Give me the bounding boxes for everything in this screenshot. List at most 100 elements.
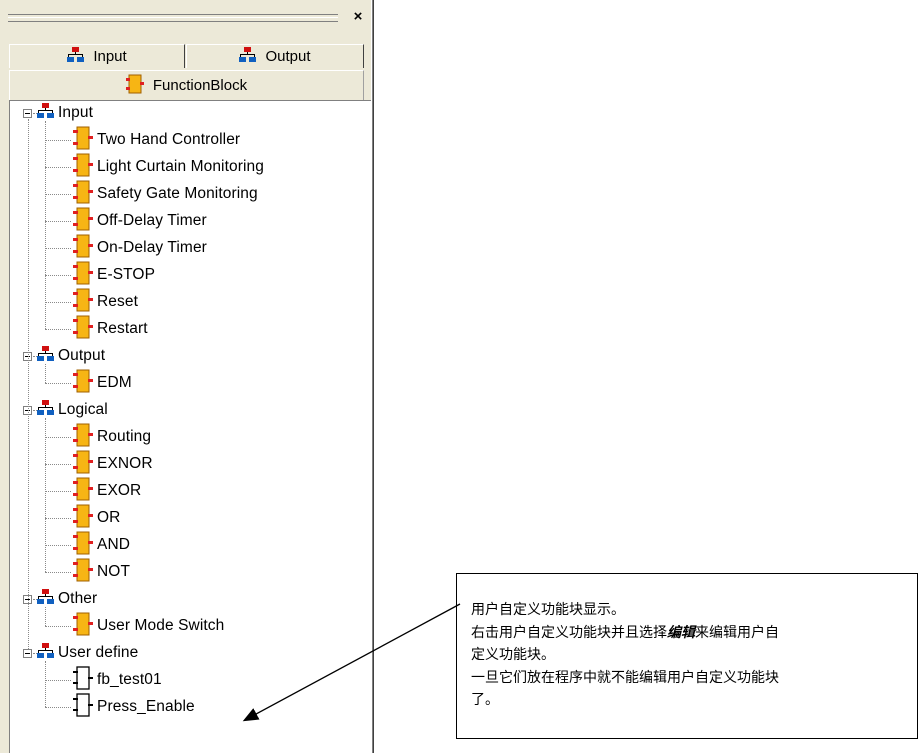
callout-line: 右击用户自定义功能块并且选择编辑来编辑用户自: [471, 622, 907, 645]
panel-splitter[interactable]: [371, 0, 374, 753]
close-button[interactable]: ×: [349, 9, 367, 25]
function-block-icon: [73, 207, 93, 236]
function-block-panel: × Input Output FunctionBlock Input Two H…: [0, 0, 372, 753]
function-block-icon: [73, 504, 93, 533]
tree-item[interactable]: AND: [73, 531, 131, 560]
tree-item[interactable]: Safety Gate Monitoring: [73, 180, 258, 209]
function-block-icon: [73, 369, 93, 398]
tree-connector: [45, 607, 46, 626]
tree-connector: [45, 383, 71, 384]
tree-connector: [45, 221, 71, 222]
function-block-icon: [73, 450, 93, 479]
tree-item-label: AND: [97, 536, 131, 553]
tree-item[interactable]: Reset: [73, 288, 138, 317]
tree-item-label: fb_test01: [97, 671, 162, 688]
tree-connector: [45, 437, 71, 438]
tree-item[interactable]: Off-Delay Timer: [73, 207, 207, 236]
tree-item[interactable]: Restart: [73, 315, 148, 344]
tree-connector: [45, 121, 46, 329]
callout-line: 了。: [471, 692, 499, 708]
tree-item[interactable]: Two Hand Controller: [73, 126, 241, 155]
tree-connector: [45, 194, 71, 195]
tree-item[interactable]: NOT: [73, 558, 131, 587]
network-group-icon: [239, 46, 257, 67]
tree-connector: [45, 302, 71, 303]
tree-item-label: User Mode Switch: [97, 617, 225, 634]
callout-text: 来编辑用户自: [695, 624, 779, 641]
function-block-icon: [73, 531, 93, 560]
tree-collapse-toggle[interactable]: [23, 109, 32, 118]
tree-connector: [45, 464, 71, 465]
tree-connector: [45, 572, 71, 573]
tree-connector: [45, 661, 46, 707]
function-block-icon: [125, 74, 144, 98]
callout-text: 右击用户自定义功能块并且选择: [471, 624, 667, 641]
callout-line: 定义功能块。: [471, 647, 555, 663]
tree-item-label: Safety Gate Monitoring: [97, 185, 258, 202]
tree-item[interactable]: User Mode Switch: [73, 612, 225, 641]
function-block-icon: [73, 423, 93, 452]
function-block-icon: [73, 153, 93, 182]
tree-connector: [45, 167, 71, 168]
tree-connector: [45, 491, 71, 492]
tree-connector: [28, 119, 29, 649]
tree-item-label: Restart: [97, 320, 148, 337]
tree-item[interactable]: E-STOP: [73, 261, 156, 290]
tree-item[interactable]: Routing: [73, 423, 152, 452]
tree-item[interactable]: OR: [73, 504, 120, 533]
callout-line: 用户自定义功能块显示。: [471, 602, 625, 618]
tree-connector: [45, 626, 71, 627]
tree-item-label: EXOR: [97, 482, 142, 499]
tree-item-label: Two Hand Controller: [97, 131, 241, 148]
panel-gripper[interactable]: [8, 14, 338, 22]
tree-group-label: Input: [58, 104, 93, 121]
tab-input[interactable]: Input: [9, 44, 185, 68]
tree-group-output[interactable]: Output: [37, 344, 105, 368]
function-block-icon: [73, 261, 93, 290]
callout-emphasis: 编辑: [667, 624, 695, 641]
tree-connector: [45, 329, 71, 330]
tree-item[interactable]: fb_test01: [73, 665, 162, 695]
tree-connector: [45, 707, 71, 708]
tree-item[interactable]: EXOR: [73, 477, 142, 503]
tab-output[interactable]: Output: [186, 44, 364, 68]
tree-item-label: NOT: [97, 563, 131, 580]
tree-item[interactable]: EXNOR: [73, 450, 153, 479]
tree-item[interactable]: Press_Enable: [73, 692, 195, 722]
tree-item-label: Routing: [97, 428, 152, 445]
annotation-callout: 用户自定义功能块显示。 右击用户自定义功能块并且选择编辑来编辑用户自 定义功能块…: [456, 573, 918, 739]
tree-item[interactable]: On-Delay Timer: [73, 234, 207, 263]
tab-function-block-label: FunctionBlock: [152, 77, 248, 94]
tree-item-label: Press_Enable: [97, 698, 195, 715]
tree-connector: [45, 248, 71, 249]
tab-function-block[interactable]: FunctionBlock: [9, 70, 364, 100]
function-block-icon: [73, 234, 93, 263]
tree-item-label: E-STOP: [97, 266, 156, 283]
function-block-icon: [73, 126, 93, 155]
tree-item[interactable]: EDM: [73, 369, 132, 398]
function-block-icon: [73, 315, 93, 344]
tab-input-label: Input: [93, 48, 127, 65]
tree-collapse-toggle[interactable]: [23, 649, 32, 658]
function-block-icon: [73, 288, 93, 317]
tree-group-label: Output: [58, 347, 106, 364]
user-function-block-icon: [73, 692, 93, 722]
tab-output-label: Output: [265, 48, 311, 65]
tree-connector: [45, 545, 71, 546]
function-block-icon: [73, 558, 93, 587]
tree-connector: [45, 418, 46, 572]
user-function-block-icon: [73, 665, 93, 695]
tree-connector: [45, 680, 71, 681]
tree-item-label: EXNOR: [97, 455, 153, 472]
tree-group-other[interactable]: Other: [37, 587, 97, 611]
tree-group-logical[interactable]: Logical: [37, 398, 108, 422]
callout-line: 一旦它们放在程序中就不能编辑用户自定义功能块: [471, 669, 779, 686]
function-block-icon: [73, 612, 93, 641]
tree-connector: [45, 140, 71, 141]
function-block-icon: [73, 180, 93, 209]
tree-group-user-define[interactable]: User define: [37, 641, 138, 665]
function-block-tree: Input Two Hand Controller Light Curtain …: [9, 100, 371, 753]
tree-item[interactable]: Light Curtain Monitoring: [73, 153, 264, 182]
tree-item-label: On-Delay Timer: [97, 239, 207, 256]
tree-connector: [45, 275, 71, 276]
